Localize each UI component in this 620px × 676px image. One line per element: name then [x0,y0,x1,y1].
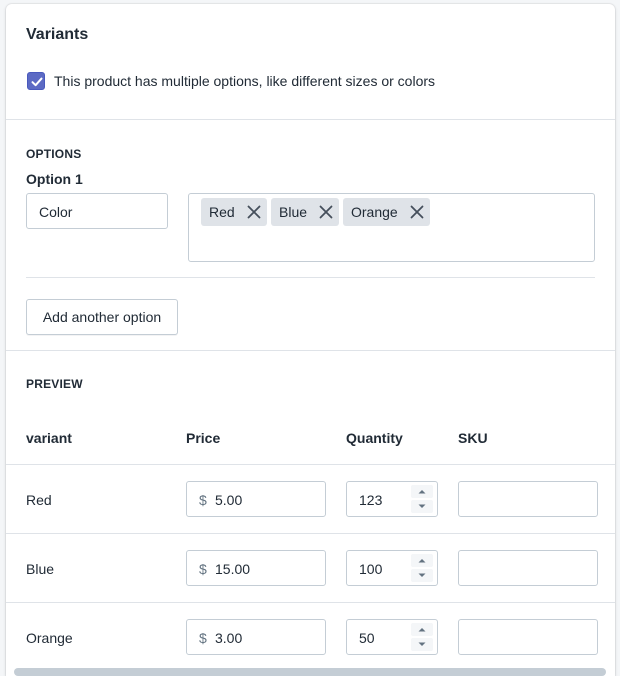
multiple-options-label[interactable]: This product has multiple options, like … [54,73,435,89]
price-value: 5.00 [215,492,243,508]
column-header-variant: variant [26,430,72,446]
table-row: Blue $ 15.00 100 [6,533,615,602]
price-input[interactable]: $ 15.00 [186,550,326,586]
option-value-tag: Blue [271,198,339,226]
option-value-tag: Orange [343,198,430,226]
decrement-button[interactable] [411,638,433,651]
variants-card: Variants This product has multiple optio… [6,4,615,676]
column-header-sku: SKU [458,430,488,446]
quantity-value: 100 [359,561,383,577]
multiple-options-checkbox[interactable] [27,72,45,90]
preview-heading: PREVIEW [26,377,83,391]
close-icon[interactable] [245,203,263,221]
currency-prefix: $ [199,561,207,577]
chevron-down-icon [418,504,426,508]
chevron-up-icon [418,490,426,494]
card-title: Variants [26,26,89,43]
sku-input[interactable] [458,619,598,655]
decrement-button[interactable] [411,500,433,513]
quantity-stepper[interactable]: 50 [346,619,438,655]
tag-label: Blue [279,204,308,220]
increment-button[interactable] [411,485,433,498]
currency-prefix: $ [199,630,207,646]
option1-label: Option 1 [26,171,83,187]
checkmark-icon [31,77,43,87]
sku-input[interactable] [458,550,598,586]
chevron-down-icon [418,642,426,646]
table-row: Red $ 5.00 123 [6,464,615,533]
option-values-input[interactable]: Red Blue Orange [188,193,595,262]
variant-name: Orange [26,630,73,646]
close-icon[interactable] [408,203,426,221]
price-value: 15.00 [215,561,251,577]
close-icon[interactable] [317,203,335,221]
tag-label: Red [209,204,235,220]
variants-header-section: Variants This product has multiple optio… [6,4,615,120]
option1-name-input[interactable]: Color [26,193,168,229]
preview-section: PREVIEW variant Price Quantity SKU Red $… [6,352,615,676]
chevron-up-icon [418,559,426,563]
quantity-stepper[interactable]: 123 [346,481,438,517]
currency-prefix: $ [199,492,207,508]
tag-label: Orange [351,204,398,220]
column-header-price: Price [186,430,221,446]
variant-name: Red [26,492,52,508]
column-header-quantity: Quantity [346,430,403,446]
quantity-value: 123 [359,492,383,508]
variant-name: Blue [26,561,55,577]
add-another-option-button[interactable]: Add another option [26,299,178,335]
sku-input[interactable] [458,481,598,517]
option-value-tag: Red [201,198,267,226]
price-value: 3.00 [215,630,243,646]
options-heading: OPTIONS [26,147,82,161]
options-section: OPTIONS Option 1 Color Red Blue Orange A… [6,121,615,351]
quantity-stepper[interactable]: 100 [346,550,438,586]
table-row: Orange $ 3.00 50 [6,602,615,671]
decrement-button[interactable] [411,569,433,582]
quantity-value: 50 [359,630,375,646]
increment-button[interactable] [411,554,433,567]
chevron-down-icon [418,573,426,577]
increment-button[interactable] [411,623,433,636]
chevron-up-icon [418,628,426,632]
price-input[interactable]: $ 3.00 [186,619,326,655]
horizontal-scrollbar[interactable] [14,668,606,676]
section-divider [26,277,595,278]
price-input[interactable]: $ 5.00 [186,481,326,517]
